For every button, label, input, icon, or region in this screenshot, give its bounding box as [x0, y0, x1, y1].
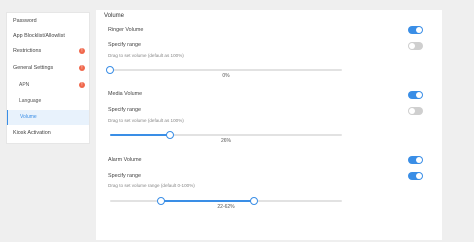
- ringer-hint: Drag to set volume (default as 100%): [108, 53, 184, 58]
- ringer-volume-slider[interactable]: [106, 66, 342, 74]
- sidebar-item-restrictions[interactable]: Restrictions !: [7, 45, 89, 58]
- slider-handle[interactable]: [166, 131, 175, 139]
- media-volume-value: 26%: [220, 138, 232, 144]
- ringer-range-label: Specify range: [108, 42, 141, 48]
- warning-badge-icon: !: [79, 48, 85, 54]
- warning-badge-icon: !: [79, 65, 85, 71]
- alarm-range-label: Specify range: [108, 173, 141, 179]
- ringer-volume-toggle[interactable]: [408, 26, 423, 34]
- sidebar-item-label: Language: [19, 98, 42, 104]
- sidebar-item-volume[interactable]: Volume: [7, 110, 89, 125]
- alarm-range-toggle[interactable]: [408, 172, 423, 180]
- toggle-knob: [416, 173, 422, 179]
- alarm-hint: Drag to set volume range (default 0-100%…: [108, 183, 195, 188]
- toggle-knob: [409, 43, 415, 49]
- sidebar-item-label: App Blocklist/Allowlist: [13, 33, 65, 39]
- warning-badge-icon: !: [79, 82, 85, 88]
- sidebar-item-label: General Settings: [13, 65, 54, 71]
- alarm-volume-toggle[interactable]: [408, 156, 423, 164]
- slider-fill: [110, 134, 171, 136]
- sidebar-item-app-blocklist[interactable]: App Blocklist/Allowlist: [7, 30, 89, 43]
- alarm-volume-label: Alarm Volume: [108, 157, 142, 163]
- sidebar-item-apn[interactable]: APN !: [7, 79, 89, 92]
- volume-panel: Volume Ringer Volume Specify range Drag …: [96, 10, 442, 240]
- alarm-volume-value: 22-62%: [217, 204, 235, 210]
- media-volume-toggle[interactable]: [408, 91, 423, 99]
- toggle-knob: [416, 27, 422, 33]
- toggle-knob: [416, 92, 422, 98]
- toggle-knob: [409, 108, 415, 114]
- ringer-volume-value: 0%: [222, 73, 230, 79]
- sidebar-item-language[interactable]: Language: [7, 95, 89, 108]
- page-title: Volume: [104, 13, 125, 19]
- toggle-knob: [416, 157, 422, 163]
- media-hint: Drag to set volume (default as 100%): [108, 118, 184, 123]
- ringer-volume-label: Ringer Volume: [108, 27, 144, 33]
- slider-handle-high[interactable]: [249, 197, 258, 205]
- sidebar-item-label: Restrictions: [13, 48, 42, 54]
- sidebar-item-label: Volume: [20, 114, 37, 120]
- media-volume-slider[interactable]: [110, 131, 342, 139]
- sidebar-item-kiosk-activation[interactable]: Kiosk Activation: [7, 127, 89, 140]
- sidebar-item-general-settings[interactable]: General Settings !: [7, 62, 89, 75]
- sidebar-item-label: Kiosk Activation: [13, 130, 51, 136]
- slider-handle[interactable]: [106, 66, 114, 74]
- sidebar-item-label: Password: [13, 18, 37, 24]
- alarm-volume-range-slider[interactable]: [110, 197, 342, 205]
- sidebar-item-password[interactable]: Password: [7, 15, 89, 28]
- ringer-range-toggle[interactable]: [408, 42, 423, 50]
- sidebar: Password App Blocklist/Allowlist Restric…: [6, 12, 90, 144]
- media-volume-label: Media Volume: [108, 91, 143, 97]
- media-range-toggle[interactable]: [408, 107, 423, 115]
- slider-fill: [161, 200, 254, 202]
- slider-handle-low[interactable]: [157, 197, 166, 205]
- media-range-label: Specify range: [108, 107, 141, 113]
- sidebar-item-label: APN: [19, 82, 30, 88]
